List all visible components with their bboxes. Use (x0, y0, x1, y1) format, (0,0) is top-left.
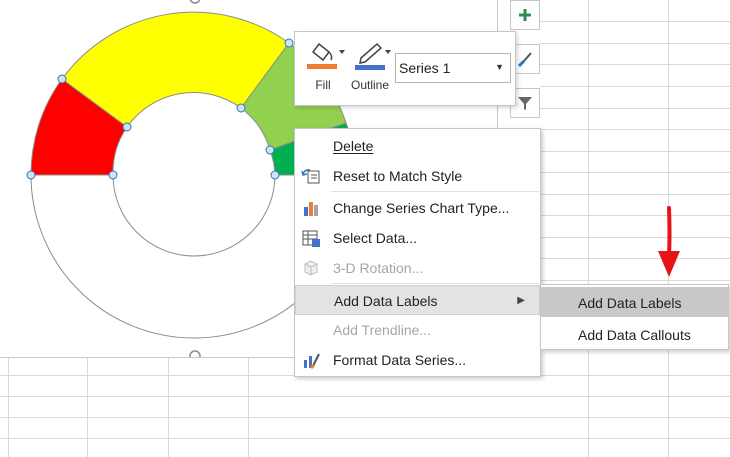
submenu-item-label: Add Data Callouts (578, 327, 691, 343)
selection-handle[interactable] (108, 170, 118, 180)
filter-icon (518, 97, 532, 110)
menu-item-format-data-series[interactable]: Format Data Series... (295, 345, 540, 375)
annotation-arrow-icon (658, 206, 680, 277)
paint-bucket-icon (307, 42, 345, 69)
mini-toolbar: Fill Outline Series 1 ▼ (294, 31, 516, 106)
menu-item-label: Delete (333, 138, 374, 154)
brush-icon (517, 52, 532, 68)
selection-handle[interactable] (270, 170, 280, 180)
menu-separator (331, 191, 539, 192)
menu-item-label: Format Data Series... (333, 352, 467, 368)
submenu-item-add-data-callouts[interactable]: Add Data Callouts (541, 319, 728, 349)
rotation-3d-icon (304, 260, 318, 276)
pen-outline-icon (355, 42, 391, 70)
submenu-item-add-data-labels[interactable]: Add Data Labels (541, 287, 728, 317)
chart-elements-button[interactable] (510, 0, 540, 30)
plus-icon (519, 9, 531, 21)
menu-item-delete[interactable]: Delete (295, 131, 540, 161)
menu-item-select-data[interactable]: Select Data... (295, 223, 540, 253)
chart-type-icon (304, 202, 318, 216)
menu-item-label: Add Data Labels (334, 293, 438, 309)
outline-label: Outline (350, 78, 390, 92)
menu-item-label: 3-D Rotation... (333, 260, 424, 276)
series-select[interactable]: Series 1 ▼ (395, 53, 511, 83)
chart-resize-handle-bottom[interactable] (189, 350, 201, 357)
chart-resize-handle-top[interactable] (189, 0, 201, 4)
menu-item-label: Select Data... (333, 230, 418, 246)
menu-item-label: Reset to Match Style (333, 168, 463, 184)
selection-handle[interactable] (236, 103, 246, 113)
format-series-icon (304, 353, 320, 370)
menu-item-add-data-labels[interactable]: Add Data Labels ▶ (295, 285, 540, 315)
add-data-labels-submenu: Add Data Labels Add Data Callouts (540, 284, 729, 350)
select-data-icon (302, 230, 320, 247)
context-menu: Delete Reset to Match Style Change Serie… (294, 128, 541, 377)
selection-handle[interactable] (265, 145, 275, 155)
chevron-down-icon: ▼ (495, 62, 504, 72)
fill-button[interactable]: Fill (299, 38, 347, 100)
outline-button[interactable]: Outline (347, 38, 393, 100)
submenu-item-label: Add Data Labels (578, 295, 682, 311)
menu-item-reset-to-match-style[interactable]: Reset to Match Style (295, 161, 540, 191)
selection-handle[interactable] (122, 122, 132, 132)
menu-item-label: Change Series Chart Type... (333, 200, 510, 216)
menu-item-3d-rotation: 3-D Rotation... (295, 253, 540, 283)
fill-label: Fill (315, 78, 331, 92)
series-select-value: Series 1 (399, 60, 451, 76)
menu-separator (331, 283, 539, 284)
selection-handle[interactable] (284, 38, 294, 48)
selection-handle[interactable] (57, 74, 67, 84)
reset-style-icon (301, 169, 320, 184)
menu-item-change-series-chart-type[interactable]: Change Series Chart Type... (295, 193, 540, 223)
selection-handle[interactable] (26, 170, 36, 180)
submenu-arrow-icon: ▶ (517, 295, 525, 306)
menu-item-label: Add Trendline... (333, 322, 432, 338)
menu-item-add-trendline: Add Trendline... (295, 315, 540, 345)
